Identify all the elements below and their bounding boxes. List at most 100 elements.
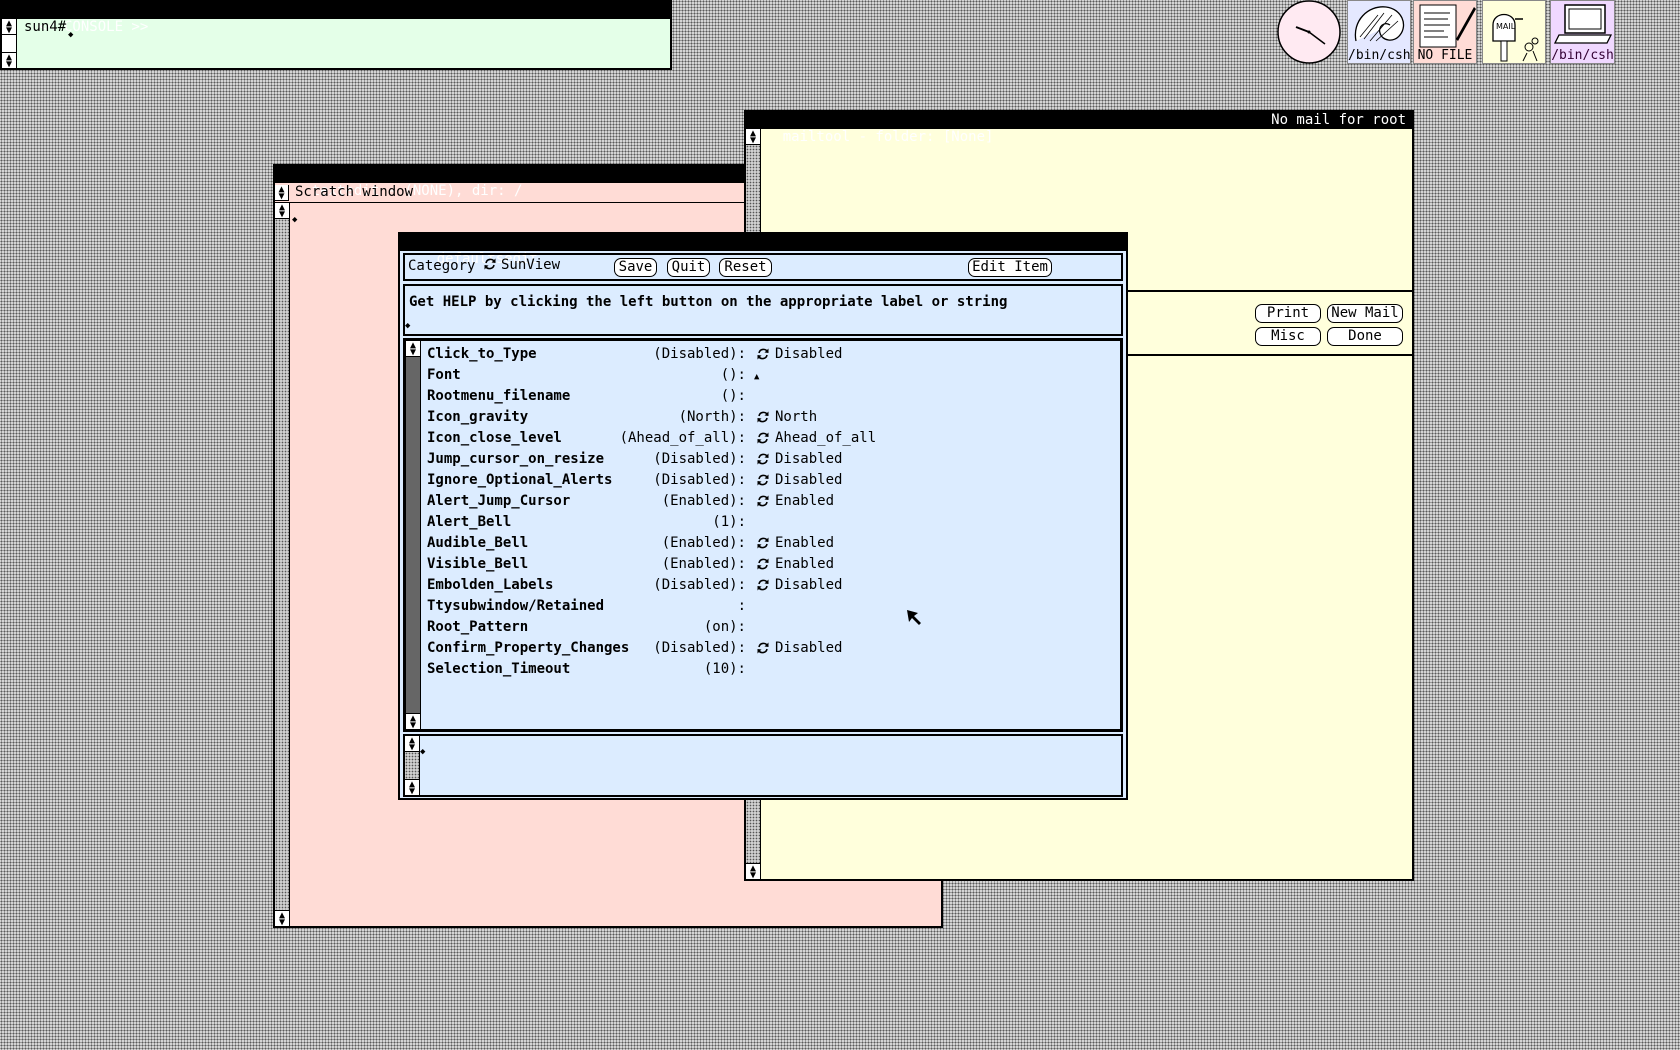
- reset-button[interactable]: Reset: [719, 258, 772, 277]
- text-insert-caret-icon: ▲: [754, 372, 760, 382]
- defaults-item-default: (Enabled):: [661, 556, 746, 572]
- cycle-icon[interactable]: [756, 641, 770, 655]
- defaults-item-value[interactable]: Enabled: [775, 491, 834, 512]
- mouse-pointer-icon: [907, 610, 921, 625]
- scroll-track[interactable]: [405, 752, 419, 779]
- console-prompt[interactable]: sun4#: [24, 19, 66, 35]
- mailtool-titlebar[interactable]: mailtool - folder: [None] No mail for ro…: [746, 112, 1412, 145]
- defaults-item-label[interactable]: Root_Pattern: [427, 617, 528, 638]
- save-button[interactable]: Save: [614, 258, 657, 277]
- defaults-item-label[interactable]: Alert_Bell: [427, 512, 511, 533]
- mailtool-title: mailtool - folder: [None]: [782, 129, 994, 145]
- defaults-item-value[interactable]: Disabled: [775, 470, 842, 491]
- console-scrollbar[interactable]: ▲ ▼ ▲ ▼: [2, 19, 17, 68]
- defaults-item-value[interactable]: Disabled: [775, 575, 842, 596]
- shell-icon[interactable]: /bin/csh: [1347, 0, 1411, 64]
- defaults-item-row[interactable]: Audible_Bell (Enabled): Enabled: [406, 533, 1106, 554]
- defaults-item-default: (Enabled):: [661, 535, 746, 551]
- terminal-icon[interactable]: /bin/csh: [1550, 0, 1615, 64]
- scroll-up-down-icon[interactable]: ▲ ▼: [746, 129, 760, 146]
- cycle-icon[interactable]: [756, 578, 770, 592]
- svg-text:MAIL: MAIL: [1496, 22, 1516, 31]
- console-window[interactable]: << CONSOLE >> ▲ ▼ ▲ ▼ sun4# ◆: [0, 0, 672, 70]
- scroll-up-down-icon[interactable]: ▲ ▼: [275, 910, 289, 926]
- defaults-item-default: (10):: [703, 661, 746, 677]
- cycle-icon[interactable]: [756, 410, 770, 424]
- cycle-icon[interactable]: [756, 536, 770, 550]
- cycle-icon[interactable]: [756, 452, 770, 466]
- help-panel: Get HELP by clicking the left button on …: [403, 284, 1123, 336]
- scroll-up-down-icon[interactable]: ▲ ▼: [2, 52, 16, 68]
- defaults-item-row[interactable]: Jump_cursor_on_resize (Disabled): Disabled: [406, 449, 1106, 470]
- scroll-up-down-icon[interactable]: ▲ ▼: [2, 19, 16, 36]
- defaults-item-row[interactable]: Root_Pattern (on):: [406, 617, 1106, 638]
- defaults-item-value[interactable]: Enabled: [775, 533, 834, 554]
- defaults-item-value[interactable]: Enabled: [775, 554, 834, 575]
- defaults-item-value[interactable]: Ahead_of_all: [775, 428, 876, 449]
- done-button[interactable]: Done: [1327, 327, 1403, 346]
- defaults-item-row[interactable]: Alert_Jump_Cursor (Enabled): Enabled: [406, 491, 1106, 512]
- items-list: Click_to_Type (Disabled): Disabled Font (): ▲…: [406, 344, 1126, 704]
- defaults-item-value[interactable]: Disabled: [775, 344, 842, 365]
- cycle-icon[interactable]: [756, 347, 770, 361]
- defaults-item-row[interactable]: Confirm_Property_Changes (Disabled): Disab…: [406, 638, 1106, 659]
- defaults-item-label[interactable]: Icon_gravity: [427, 407, 528, 428]
- defaults-item-label[interactable]: Font: [427, 365, 461, 386]
- scroll-track[interactable]: [275, 219, 289, 910]
- quit-button[interactable]: Quit: [667, 258, 710, 277]
- cycle-icon: [484, 258, 496, 270]
- defaults-item-row[interactable]: Ignore_Optional_Alerts (Disabled): Disable…: [406, 470, 1106, 491]
- clock-icon[interactable]: [1276, 0, 1342, 64]
- defaults-item-row[interactable]: Alert_Bell (1):: [406, 512, 1106, 533]
- cycle-icon[interactable]: [756, 431, 770, 445]
- value-text-panel[interactable]: ▲ ▼ ▲ ▼ ◆: [403, 734, 1123, 797]
- defaults-item-row[interactable]: Embolden_Labels (Disabled): Disabled: [406, 575, 1106, 596]
- misc-button[interactable]: Misc: [1255, 327, 1321, 346]
- defaults-item-default: (Disabled):: [653, 577, 746, 593]
- scroll-up-down-icon[interactable]: ▲ ▼: [275, 185, 289, 202]
- defaults-item-row[interactable]: Rootmenu_filename ():: [406, 386, 1106, 407]
- document-pen-icon: [1419, 4, 1476, 48]
- mailbox-post-icon: MAIL: [1492, 13, 1539, 62]
- edit-item-button[interactable]: Edit Item: [968, 258, 1052, 277]
- console-titlebar[interactable]: << CONSOLE >>: [2, 2, 670, 35]
- defaults-item-default: ():: [720, 388, 746, 404]
- defaults-item-value[interactable]: Disabled: [775, 449, 842, 470]
- defaultsedit-titlebar[interactable]: defaultsedit: [400, 234, 1126, 267]
- textedit-scrollbar[interactable]: ▲ ▼ ▲ ▼: [275, 203, 290, 926]
- textedit-icon[interactable]: NO FILE: [1413, 0, 1477, 64]
- defaults-item-value[interactable]: North: [775, 407, 817, 428]
- clock-face-icon: [1277, 0, 1341, 64]
- scroll-up-down-icon[interactable]: ▲ ▼: [275, 203, 289, 220]
- scroll-up-down-icon[interactable]: ▲ ▼: [405, 779, 419, 797]
- category-label: Category: [408, 258, 476, 274]
- mailbox-icon[interactable]: MAIL: [1482, 0, 1546, 64]
- scroll-up-down-icon[interactable]: ▲ ▼: [405, 736, 419, 753]
- value-text-scrollbar[interactable]: ▲ ▼ ▲ ▼: [405, 736, 420, 797]
- defaults-item-label[interactable]: Audible_Bell: [427, 533, 528, 554]
- textedit-icon-label: NO FILE: [1417, 48, 1473, 63]
- defaults-item-row[interactable]: Icon_gravity (North): North: [406, 407, 1106, 428]
- print-button[interactable]: Print: [1255, 304, 1321, 323]
- defaults-item-label[interactable]: Embolden_Labels: [427, 575, 553, 596]
- defaults-item-row[interactable]: Visible_Bell (Enabled): Enabled: [406, 554, 1106, 575]
- defaults-item-value[interactable]: Disabled: [775, 638, 842, 659]
- defaults-item-row[interactable]: Font (): ▲: [406, 365, 1106, 386]
- new-mail-button[interactable]: New Mail: [1327, 304, 1403, 323]
- defaults-item-default: (North):: [678, 409, 746, 425]
- cycle-icon[interactable]: [756, 473, 770, 487]
- defaults-item-label[interactable]: Click_to_Type: [427, 344, 537, 365]
- cycle-icon[interactable]: [756, 557, 770, 571]
- items-panel[interactable]: ▲ ▼ ▲ ▼ Click_to_Type (Disabled): Disabled Fo…: [403, 338, 1123, 732]
- scroll-up-down-icon[interactable]: ▲ ▼: [746, 863, 760, 879]
- defaults-item-row[interactable]: Ttysubwindow/Retained:: [406, 596, 1106, 617]
- defaults-item-label[interactable]: Icon_close_level: [427, 428, 562, 449]
- cycle-icon[interactable]: [756, 494, 770, 508]
- scroll-up-down-icon[interactable]: ▲ ▼: [406, 713, 420, 731]
- defaults-item-label[interactable]: Visible_Bell: [427, 554, 528, 575]
- defaults-item-row[interactable]: Icon_close_level (Ahead_of_all): Ahead_of_…: [406, 428, 1106, 449]
- defaultsedit-window[interactable]: defaultsedit Category SunView Save Quit …: [398, 232, 1128, 800]
- category-cycle[interactable]: SunView: [483, 257, 560, 273]
- defaults-item-row[interactable]: Selection_Timeout (10):: [406, 659, 1106, 680]
- defaults-item-row[interactable]: Click_to_Type (Disabled): Disabled: [406, 344, 1106, 365]
